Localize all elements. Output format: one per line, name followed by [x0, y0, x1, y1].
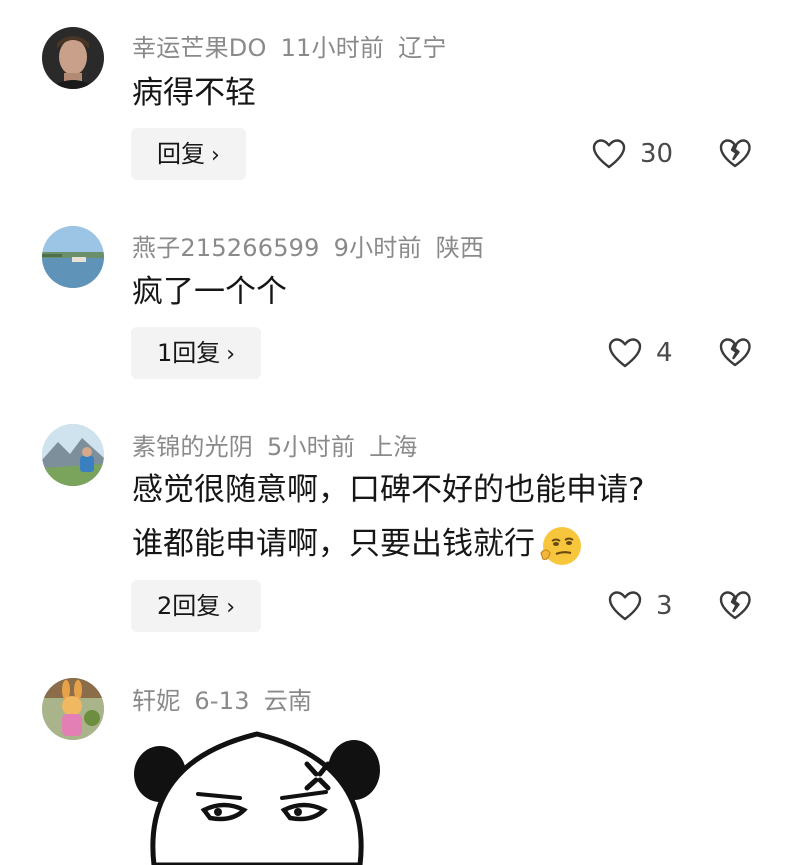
reply-button[interactable]: 回复 › [131, 128, 246, 180]
comment-location: 陕西 [435, 234, 485, 262]
reply-button[interactable]: 2回复 › [131, 580, 262, 632]
cartoon-rabbit-avatar [42, 678, 104, 740]
avatar[interactable] [42, 424, 104, 486]
chevron-right-icon: › [226, 342, 236, 367]
heart-outline-icon [608, 338, 642, 368]
avatar[interactable] [42, 678, 104, 740]
comment-meta: 燕子215266599 9小时前 陕西 [132, 228, 498, 263]
avatar[interactable] [42, 226, 104, 288]
reply-label: 2回复 [157, 592, 221, 620]
username[interactable]: 幸运芒果DO [132, 34, 267, 62]
chevron-right-icon: › [211, 143, 220, 168]
like-count: 4 [656, 338, 673, 368]
comment-meta: 素锦的光阴 5小时前 上海 [132, 427, 431, 462]
panda-sticker-image [134, 731, 380, 865]
username[interactable]: 轩妮 [132, 687, 180, 715]
comment-text-line: 谁都能申请啊，只要出钱就行 [132, 517, 583, 571]
angry-panda-sticker[interactable] [132, 722, 392, 865]
smirk-emoji [540, 526, 581, 565]
comment-location: 上海 [369, 433, 418, 461]
chevron-right-icon: › [226, 595, 236, 620]
broken-heart-icon [719, 139, 751, 168]
reply-label: 回复 [157, 140, 205, 168]
dislike-button[interactable] [719, 138, 751, 170]
comment-location: 云南 [263, 687, 313, 715]
like-button[interactable]: 3 [608, 580, 673, 632]
username[interactable]: 素锦的光阴 [132, 433, 253, 461]
comment-item: 幸运芒果DO 11小时前 辽宁 病得不轻 回复 › 30 [0, 0, 800, 200]
comment-meta: 幸运芒果DO 11小时前 辽宁 [132, 28, 461, 63]
like-button[interactable]: 4 [608, 327, 673, 379]
heart-outline-icon [592, 139, 626, 169]
like-count: 3 [656, 591, 673, 621]
heart-outline-icon [608, 591, 642, 621]
mountain-landscape-avatar [42, 424, 104, 486]
comment-time: 6-13 [194, 687, 250, 715]
comment-location: 辽宁 [398, 34, 447, 62]
avatar[interactable] [42, 27, 104, 89]
like-button[interactable]: 30 [592, 128, 673, 180]
username[interactable]: 燕子215266599 [132, 234, 320, 262]
dislike-button[interactable] [719, 337, 751, 369]
comment-time: 11小时前 [280, 34, 385, 62]
comment-text: 疯了一个个 [132, 274, 287, 310]
comment-time: 9小时前 [333, 234, 422, 262]
reply-label: 1回复 [157, 339, 221, 367]
comment-time: 5小时前 [267, 433, 356, 461]
like-count: 30 [640, 139, 674, 169]
lake-scenery-avatar [42, 226, 104, 288]
comment-text-segment: 谁都能申请啊，只要出钱就行 [132, 526, 535, 562]
broken-heart-icon [719, 338, 751, 367]
comment-meta: 轩妮 6-13 云南 [132, 681, 326, 716]
dislike-button[interactable] [719, 590, 751, 622]
reply-button[interactable]: 1回复 › [131, 327, 262, 379]
portrait-man-avatar [42, 27, 104, 89]
comment-text-line: 感觉很随意啊，口碑不好的也能申请? [132, 472, 645, 508]
comment-text: 病得不轻 [132, 75, 256, 111]
broken-heart-icon [719, 591, 751, 620]
